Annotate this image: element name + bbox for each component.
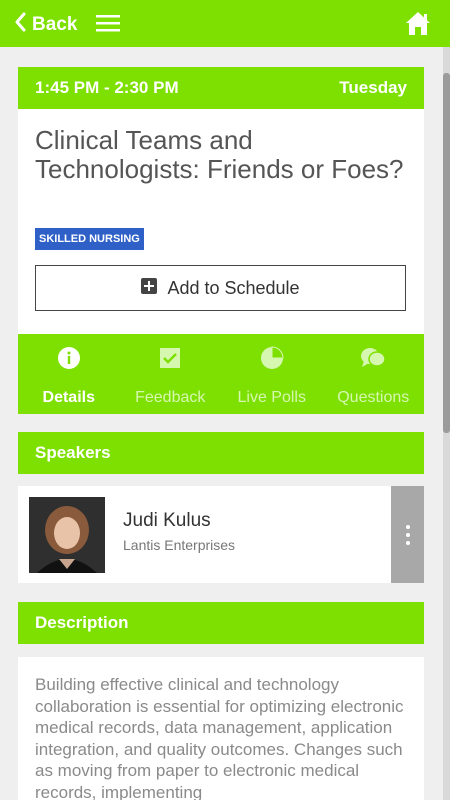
chevron-left-icon	[14, 12, 26, 37]
pie-chart-icon	[260, 346, 284, 375]
tab-live-polls[interactable]: Live Polls	[221, 334, 323, 414]
home-button[interactable]	[404, 10, 432, 42]
tab-feedback[interactable]: Feedback	[120, 334, 222, 414]
plus-square-icon	[141, 277, 158, 299]
speakers-header: Speakers	[18, 432, 424, 474]
session-time-bar: 1:45 PM - 2:30 PM Tuesday	[18, 67, 424, 109]
add-to-schedule-button[interactable]: Add to Schedule	[35, 265, 406, 311]
speaker-organization: Lantis Enterprises	[123, 537, 236, 553]
menu-button[interactable]	[96, 14, 120, 37]
tab-details-label: Details	[42, 389, 95, 406]
back-button[interactable]: Back	[14, 12, 77, 37]
home-icon	[404, 12, 432, 41]
session-time: 1:45 PM - 2:30 PM	[35, 78, 179, 97]
top-bar: Back	[0, 0, 450, 47]
tab-questions[interactable]: Questions	[323, 334, 425, 414]
add-to-schedule-label: Add to Schedule	[167, 277, 300, 298]
speaker-avatar	[29, 497, 105, 573]
track-badge: SKILLED NURSING	[35, 228, 144, 250]
description-text: Building effective clinical and technolo…	[35, 675, 404, 800]
info-icon	[57, 346, 81, 375]
session-day: Tuesday	[339, 78, 407, 97]
description-header: Description	[18, 602, 424, 644]
checkbox-icon	[158, 346, 182, 375]
more-dot	[405, 532, 410, 537]
back-label: Back	[32, 13, 78, 35]
tab-feedback-label: Feedback	[135, 389, 206, 406]
more-dot	[405, 540, 410, 545]
speaker-name: Judi Kulus	[123, 510, 211, 531]
scrollbar[interactable]	[443, 47, 450, 800]
chat-bubbles-icon	[360, 346, 386, 375]
hamburger-icon	[96, 15, 120, 36]
session-card: Clinical Teams and Technologists: Friend…	[18, 109, 424, 334]
more-vertical-icon	[405, 524, 410, 529]
scrollbar-thumb[interactable]	[443, 73, 450, 433]
speaker-more-button[interactable]	[391, 486, 424, 583]
session-tabs: Details Feedback Live Polls Questions	[18, 334, 424, 414]
tab-questions-label: Questions	[337, 389, 410, 406]
description-card: Building effective clinical and technolo…	[18, 657, 424, 800]
tab-live-polls-label: Live Polls	[237, 389, 306, 406]
session-title: Clinical Teams and Technologists: Friend…	[35, 125, 404, 184]
speaker-row[interactable]: Judi Kulus Lantis Enterprises	[18, 486, 424, 583]
tab-details[interactable]: Details	[18, 334, 120, 414]
